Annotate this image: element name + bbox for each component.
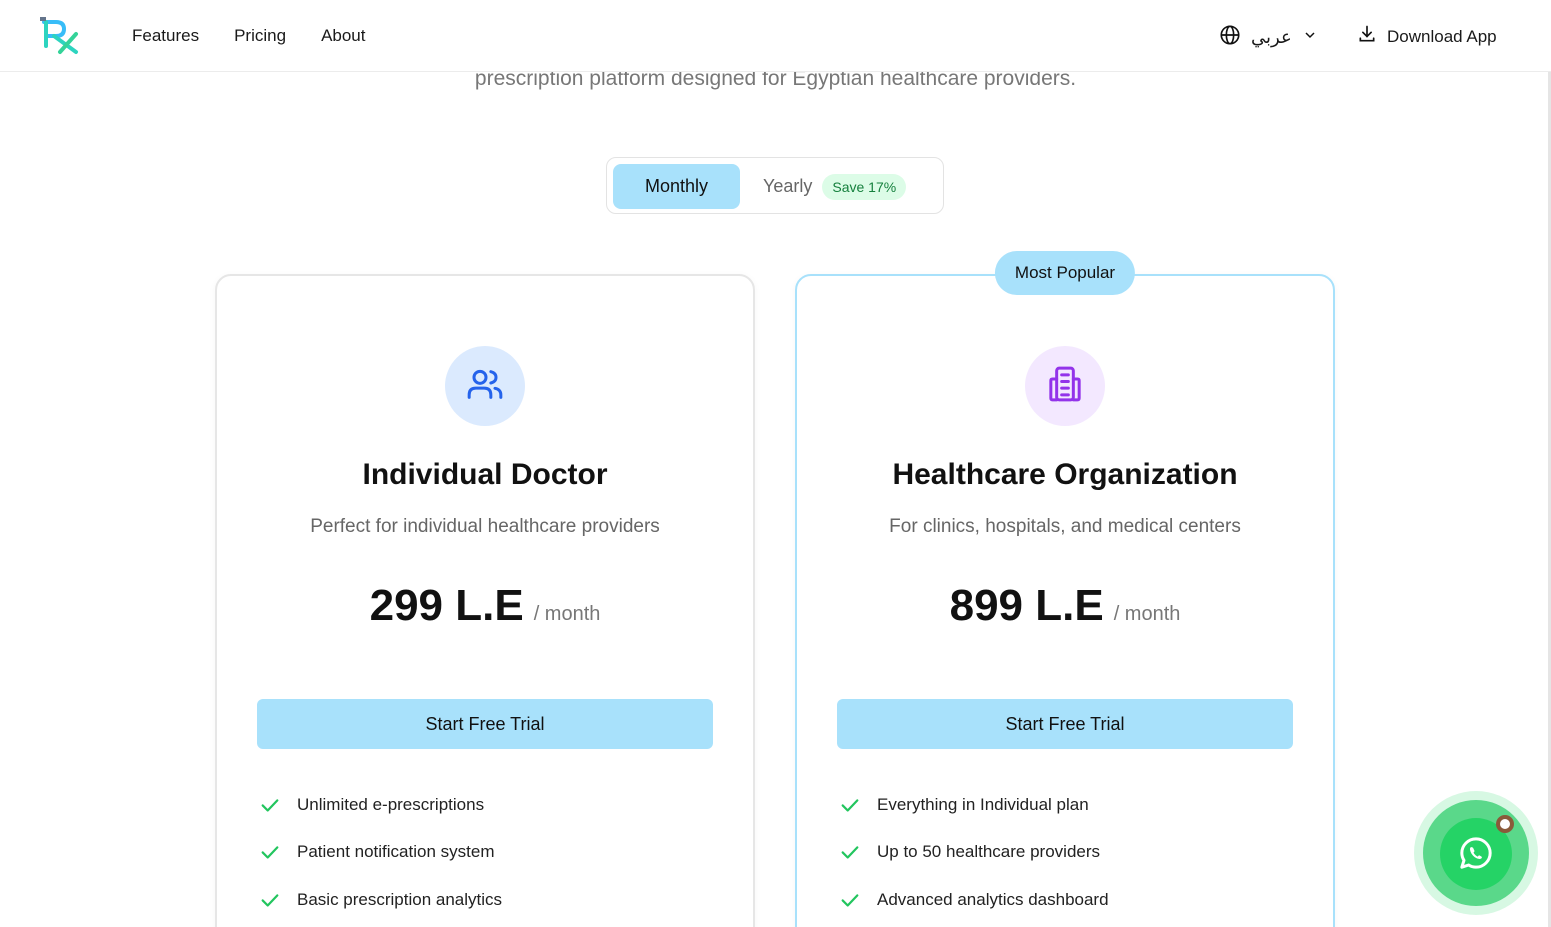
site-header: Features Pricing About عربي Download App (0, 0, 1551, 72)
language-selector[interactable]: عربي (1219, 24, 1318, 51)
download-label: Download App (1387, 26, 1497, 46)
download-app-button[interactable]: Download App (1357, 24, 1497, 49)
billing-toggle: Monthly Yearly Save 17% (606, 157, 944, 214)
list-item: Unlimited e-prescriptions (259, 781, 502, 829)
yearly-label: Yearly (763, 176, 813, 196)
notification-dot (1496, 815, 1514, 833)
plan-period: / month (533, 603, 601, 625)
chevron-down-icon (1302, 27, 1318, 48)
language-label: عربي (1251, 27, 1292, 47)
users-icon (465, 364, 505, 409)
list-item: Everything in Individual plan (839, 781, 1109, 829)
save-badge: Save 17% (822, 173, 907, 200)
plan-feature-list: Unlimited e-prescriptions Patient notifi… (259, 781, 502, 924)
monthly-tab[interactable]: Monthly (613, 164, 740, 209)
check-icon (841, 799, 859, 812)
plan-icon-wrapper (1025, 346, 1105, 426)
whatsapp-icon (1456, 833, 1496, 876)
check-icon (261, 846, 279, 859)
list-item: Patient notification system (259, 829, 502, 877)
nav-pricing[interactable]: Pricing (234, 26, 286, 46)
plan-icon-wrapper (445, 346, 525, 426)
plan-period: / month (1113, 603, 1181, 625)
feature-text: Up to 50 healthcare providers (877, 842, 1101, 862)
plan-title: Individual Doctor (362, 458, 608, 491)
plan-price: 899 L.E (949, 581, 1104, 630)
plan-price-row: 299 L.E / month (217, 581, 753, 631)
nav-features[interactable]: Features (132, 26, 199, 46)
feature-text: Basic prescription analytics (297, 889, 503, 909)
check-icon (841, 846, 859, 859)
plan-description: Perfect for individual healthcare provid… (310, 516, 660, 537)
start-free-trial-button[interactable]: Start Free Trial (837, 699, 1293, 749)
list-item: Advanced analytics dashboard (839, 876, 1109, 924)
download-icon (1357, 24, 1377, 49)
plan-card-individual: Individual Doctor Perfect for individual… (215, 274, 755, 927)
nav-about[interactable]: About (321, 26, 365, 46)
list-item: Up to 50 healthcare providers (839, 829, 1109, 877)
check-icon (261, 799, 279, 812)
start-free-trial-button[interactable]: Start Free Trial (257, 699, 713, 749)
plan-price: 299 L.E (369, 581, 524, 630)
plan-title: Healthcare Organization (892, 458, 1238, 491)
check-icon (261, 894, 279, 907)
plan-price-row: 899 L.E / month (797, 581, 1333, 631)
feature-text: Patient notification system (297, 842, 495, 862)
feature-text: Advanced analytics dashboard (877, 889, 1109, 909)
building-icon (1045, 364, 1085, 409)
most-popular-badge: Most Popular (994, 251, 1136, 295)
plan-card-organization: Most Popular Healthcare Organization For… (795, 251, 1335, 927)
main-nav: Features Pricing About (132, 0, 366, 72)
feature-text: Unlimited e-prescriptions (297, 794, 485, 814)
feature-text: Everything in Individual plan (877, 794, 1089, 814)
list-item: Basic prescription analytics (259, 876, 502, 924)
rx-logo-icon[interactable] (38, 16, 82, 56)
plan-description: For clinics, hospitals, and medical cent… (889, 516, 1241, 537)
globe-icon (1219, 24, 1241, 51)
yearly-tab[interactable]: Yearly Save 17% (763, 164, 907, 209)
plan-feature-list: Everything in Individual plan Up to 50 h… (839, 781, 1109, 924)
check-icon (841, 894, 859, 907)
